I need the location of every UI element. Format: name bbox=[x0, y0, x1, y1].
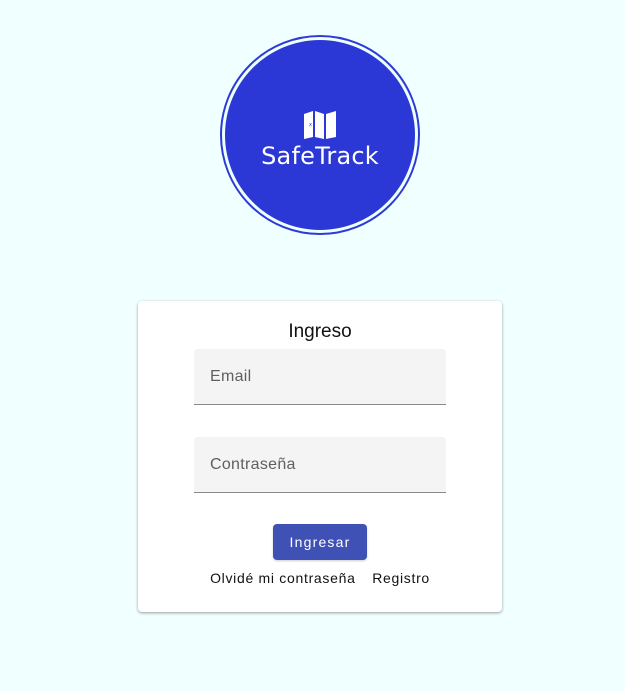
email-field[interactable] bbox=[194, 349, 446, 405]
login-button[interactable]: Ingresar bbox=[273, 524, 367, 560]
svg-text:x: x bbox=[309, 122, 312, 128]
forgot-password-link[interactable]: Olvidé mi contraseña bbox=[210, 570, 356, 586]
logo-circle: x SafeTrack bbox=[225, 40, 415, 230]
map-icon: x bbox=[304, 111, 336, 139]
password-input[interactable] bbox=[194, 437, 446, 492]
login-title: Ingreso bbox=[288, 321, 352, 342]
register-link[interactable]: Registro bbox=[372, 570, 430, 586]
email-input[interactable] bbox=[194, 349, 446, 404]
password-field[interactable] bbox=[194, 437, 446, 493]
logo-text: SafeTrack bbox=[261, 142, 379, 170]
login-card: Ingreso Ingresar Olvidé mi contraseña Re… bbox=[138, 301, 502, 612]
app-logo: x SafeTrack bbox=[220, 35, 420, 235]
auth-links: Olvidé mi contraseña Registro bbox=[138, 570, 502, 586]
